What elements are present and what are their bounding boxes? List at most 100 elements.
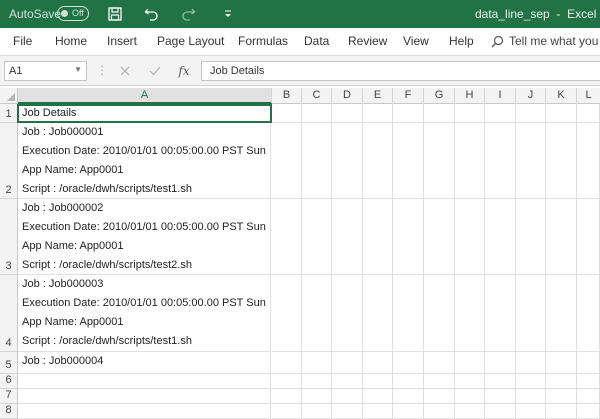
empty-cell[interactable] xyxy=(363,104,393,123)
empty-cell[interactable] xyxy=(455,199,485,275)
empty-cell[interactable] xyxy=(424,404,455,419)
empty-cell[interactable] xyxy=(363,374,393,389)
empty-cell[interactable] xyxy=(577,199,600,275)
empty-cell[interactable] xyxy=(577,123,600,199)
empty-cell[interactable] xyxy=(332,199,363,275)
column-header-d[interactable]: D xyxy=(332,88,363,104)
empty-cell[interactable] xyxy=(516,352,546,374)
column-header-f[interactable]: F xyxy=(393,88,424,104)
empty-cell[interactable] xyxy=(302,404,332,419)
empty-cell[interactable] xyxy=(393,199,424,275)
row-header-3[interactable]: 3 xyxy=(0,199,18,275)
empty-cell[interactable] xyxy=(393,123,424,199)
empty-cell[interactable] xyxy=(332,123,363,199)
empty-cell[interactable] xyxy=(516,104,546,123)
tab-insert[interactable]: Insert xyxy=(107,34,137,48)
empty-cell[interactable] xyxy=(302,199,332,275)
enter-checkmark-icon[interactable] xyxy=(146,62,164,80)
empty-cell[interactable] xyxy=(272,389,302,404)
empty-cell[interactable] xyxy=(272,352,302,374)
cell-a4[interactable]: Job : Job000003 Execution Date: 2010/01/… xyxy=(18,275,271,352)
insert-function-icon[interactable]: fx xyxy=(175,62,193,80)
empty-cell[interactable] xyxy=(485,123,516,199)
undo-icon[interactable] xyxy=(141,3,163,25)
row-header-5[interactable]: 5 xyxy=(0,352,18,374)
empty-cell[interactable] xyxy=(424,275,455,352)
empty-cell[interactable] xyxy=(424,104,455,123)
empty-cell[interactable] xyxy=(546,104,577,123)
empty-cell[interactable] xyxy=(455,389,485,404)
empty-cell[interactable] xyxy=(363,404,393,419)
empty-cell[interactable] xyxy=(485,389,516,404)
cell-a6[interactable] xyxy=(18,374,271,389)
cell-a8[interactable] xyxy=(18,404,271,419)
tab-view[interactable]: View xyxy=(403,34,429,48)
empty-cell[interactable] xyxy=(455,104,485,123)
tab-help[interactable]: Help xyxy=(449,34,474,48)
empty-cell[interactable] xyxy=(302,374,332,389)
empty-cell[interactable] xyxy=(332,404,363,419)
empty-cell[interactable] xyxy=(332,374,363,389)
column-header-b[interactable]: B xyxy=(272,88,302,104)
column-header-g[interactable]: G xyxy=(424,88,455,104)
empty-cell[interactable] xyxy=(393,404,424,419)
chevron-down-icon[interactable]: ▼ xyxy=(74,65,82,74)
empty-cell[interactable] xyxy=(485,374,516,389)
name-box[interactable]: A1 ▼ xyxy=(4,61,87,81)
empty-cell[interactable] xyxy=(332,104,363,123)
empty-cell[interactable] xyxy=(577,104,600,123)
tab-file[interactable]: File xyxy=(13,34,32,48)
empty-cell[interactable] xyxy=(332,352,363,374)
empty-cell[interactable] xyxy=(455,123,485,199)
empty-cell[interactable] xyxy=(455,275,485,352)
empty-cell[interactable] xyxy=(272,104,302,123)
row-header-1[interactable]: 1 xyxy=(0,104,18,123)
formula-input[interactable]: Job Details xyxy=(201,61,600,81)
empty-cell[interactable] xyxy=(393,275,424,352)
empty-cell[interactable] xyxy=(516,199,546,275)
empty-cell[interactable] xyxy=(272,374,302,389)
empty-cell[interactable] xyxy=(485,104,516,123)
column-header-l[interactable]: L xyxy=(577,88,600,104)
empty-cell[interactable] xyxy=(393,104,424,123)
empty-cell[interactable] xyxy=(485,275,516,352)
empty-cell[interactable] xyxy=(455,352,485,374)
empty-cell[interactable] xyxy=(363,352,393,374)
column-header-a[interactable]: A xyxy=(18,88,272,104)
empty-cell[interactable] xyxy=(363,389,393,404)
tell-me-search[interactable]: Tell me what you w xyxy=(491,34,600,48)
tab-home[interactable]: Home xyxy=(55,34,87,48)
empty-cell[interactable] xyxy=(363,199,393,275)
empty-cell[interactable] xyxy=(424,352,455,374)
empty-cell[interactable] xyxy=(546,404,577,419)
empty-cell[interactable] xyxy=(332,275,363,352)
empty-cell[interactable] xyxy=(393,352,424,374)
empty-cell[interactable] xyxy=(272,404,302,419)
empty-cell[interactable] xyxy=(546,389,577,404)
empty-cell[interactable] xyxy=(546,123,577,199)
empty-cell[interactable] xyxy=(393,374,424,389)
redo-icon[interactable] xyxy=(177,3,199,25)
empty-cell[interactable] xyxy=(393,389,424,404)
more-options-icon[interactable]: ⋮ xyxy=(96,63,108,77)
cancel-icon[interactable] xyxy=(116,62,134,80)
tab-review[interactable]: Review xyxy=(348,34,387,48)
empty-cell[interactable] xyxy=(272,199,302,275)
empty-cell[interactable] xyxy=(302,104,332,123)
empty-cell[interactable] xyxy=(546,199,577,275)
empty-cell[interactable] xyxy=(516,389,546,404)
empty-cell[interactable] xyxy=(424,199,455,275)
empty-cell[interactable] xyxy=(302,123,332,199)
empty-cell[interactable] xyxy=(516,123,546,199)
tab-page-layout[interactable]: Page Layout xyxy=(157,34,224,48)
empty-cell[interactable] xyxy=(516,275,546,352)
empty-cell[interactable] xyxy=(302,389,332,404)
cell-a7[interactable] xyxy=(18,389,271,404)
empty-cell[interactable] xyxy=(577,389,600,404)
empty-cell[interactable] xyxy=(424,123,455,199)
select-all-corner[interactable] xyxy=(0,88,18,104)
column-header-h[interactable]: H xyxy=(455,88,485,104)
empty-cell[interactable] xyxy=(332,389,363,404)
empty-cell[interactable] xyxy=(577,374,600,389)
row-header-7[interactable]: 7 xyxy=(0,389,18,404)
